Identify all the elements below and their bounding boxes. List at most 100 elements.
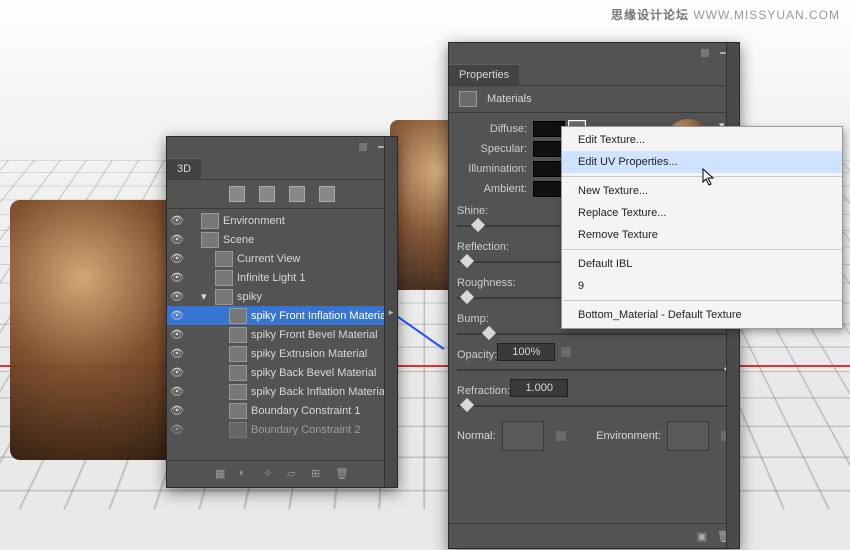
menu-item[interactable]: Replace Texture... bbox=[562, 202, 842, 224]
filter-material-icon[interactable] bbox=[289, 186, 305, 202]
tab-properties[interactable]: Properties bbox=[449, 64, 519, 85]
scene-tree[interactable]: 👁 Environment👁 Scene👁 Current View👁 Infi… bbox=[167, 209, 397, 441]
tree-label: spiky Front Bevel Material bbox=[251, 329, 378, 341]
visibility-eye-icon[interactable]: 👁 bbox=[167, 347, 187, 360]
visibility-eye-icon[interactable]: 👁 bbox=[167, 423, 187, 436]
slider-label: Shine: bbox=[457, 205, 488, 217]
panel-3d: 3D 👁 Environment👁 Scene👁 Current View👁 I… bbox=[166, 136, 398, 488]
visibility-eye-icon[interactable]: 👁 bbox=[167, 233, 187, 246]
tree-label: Environment bbox=[223, 215, 285, 227]
value-box[interactable]: 100% bbox=[497, 343, 555, 361]
panel-3d-header: 3D bbox=[167, 157, 397, 180]
menu-item[interactable]: Default IBL bbox=[562, 253, 842, 275]
slider-label: Reflection: bbox=[457, 241, 509, 253]
slider[interactable] bbox=[457, 363, 731, 377]
slider-label: Opacity: bbox=[457, 349, 497, 361]
new-icon[interactable]: ⊞ bbox=[311, 467, 325, 481]
visibility-eye-icon[interactable]: 👁 bbox=[167, 404, 187, 417]
filter-mesh-icon[interactable] bbox=[259, 186, 275, 202]
trash-icon[interactable]: 🗑 bbox=[335, 467, 349, 481]
mat-icon bbox=[229, 346, 247, 362]
tree-row[interactable]: 👁 Environment bbox=[167, 211, 397, 230]
env-icon bbox=[201, 213, 219, 229]
panel-3d-topbar bbox=[167, 137, 397, 157]
cam-icon bbox=[215, 251, 233, 267]
light-toggle-icon[interactable]: ◐ bbox=[239, 467, 253, 481]
visibility-eye-icon[interactable]: 👁 bbox=[167, 309, 187, 322]
filter-light-icon[interactable] bbox=[319, 186, 335, 202]
tree-label: spiky Extrusion Material bbox=[251, 348, 367, 360]
tree-row[interactable]: 👁 spiky Back Inflation Material bbox=[167, 382, 397, 401]
visibility-eye-icon[interactable]: 👁 bbox=[167, 271, 187, 284]
add-light-icon[interactable]: ✧ bbox=[263, 467, 277, 481]
watermark-cn: 思缘设计论坛 bbox=[611, 8, 689, 22]
render-select-icon[interactable]: ▣ bbox=[697, 530, 707, 543]
watermark: 思缘设计论坛 WWW.MISSYUAN.COM bbox=[611, 6, 840, 23]
tree-row[interactable]: 👁 spiky Front Inflation Material bbox=[167, 306, 397, 325]
material-icon bbox=[459, 91, 477, 107]
tab-3d[interactable]: 3D bbox=[167, 158, 201, 179]
swatch-label: Diffuse: bbox=[457, 123, 533, 135]
collapse-icon[interactable] bbox=[359, 143, 367, 151]
tree-row[interactable]: 👁 spiky Extrusion Material bbox=[167, 344, 397, 363]
plane-icon[interactable]: ▱ bbox=[287, 467, 301, 481]
mesh-object[interactable] bbox=[10, 200, 190, 460]
slider[interactable] bbox=[457, 399, 731, 413]
panel-prop-topbar bbox=[449, 43, 739, 63]
tree-row[interactable]: 👁 Current View bbox=[167, 249, 397, 268]
tree-row[interactable]: 👁 spiky Back Bevel Material bbox=[167, 363, 397, 382]
texture-context-menu: Edit Texture...Edit UV Properties...New … bbox=[561, 126, 843, 329]
slider-label: Roughness: bbox=[457, 277, 516, 289]
scene-icon bbox=[201, 232, 219, 248]
folder-icon[interactable] bbox=[556, 431, 566, 441]
menu-separator bbox=[562, 300, 842, 301]
tree-row[interactable]: 👁 Infinite Light 1 bbox=[167, 268, 397, 287]
slider[interactable] bbox=[457, 327, 731, 341]
properties-subheader: Materials bbox=[449, 86, 739, 113]
environment-label: Environment: bbox=[596, 430, 661, 442]
tree-label: spiky bbox=[237, 291, 262, 303]
visibility-eye-icon[interactable]: 👁 bbox=[167, 385, 187, 398]
render-icon[interactable]: ▦ bbox=[215, 467, 229, 481]
normal-swatch[interactable] bbox=[502, 421, 544, 451]
light-icon bbox=[215, 270, 233, 286]
tree-row[interactable]: 👁 ▾ spiky bbox=[167, 287, 397, 306]
tree-row[interactable]: 👁 spiky Front Bevel Material bbox=[167, 325, 397, 344]
dock-handle[interactable]: ▸ bbox=[384, 137, 397, 487]
filter-scene-icon[interactable] bbox=[229, 186, 245, 202]
menu-item[interactable]: Remove Texture bbox=[562, 224, 842, 246]
slider-label: Refraction: bbox=[457, 385, 510, 397]
tree-row[interactable]: 👁 Boundary Constraint 2 bbox=[167, 420, 397, 439]
environment-swatch[interactable] bbox=[667, 421, 709, 451]
chevron-down-icon[interactable]: ▾ bbox=[201, 290, 211, 303]
menu-item[interactable]: Edit Texture... bbox=[562, 129, 842, 151]
visibility-eye-icon[interactable]: 👁 bbox=[167, 252, 187, 265]
tree-label: Scene bbox=[223, 234, 254, 246]
tree-label: Current View bbox=[237, 253, 300, 265]
visibility-eye-icon[interactable]: 👁 bbox=[167, 366, 187, 379]
menu-item[interactable]: 9 bbox=[562, 275, 842, 297]
menu-item[interactable]: Bottom_Material - Default Texture bbox=[562, 304, 842, 326]
tree-label: spiky Back Bevel Material bbox=[251, 367, 376, 379]
collapse-icon[interactable] bbox=[701, 49, 709, 57]
tree-row[interactable]: 👁 Scene bbox=[167, 230, 397, 249]
tree-label: Infinite Light 1 bbox=[237, 272, 306, 284]
normal-row: Normal: Environment: bbox=[457, 421, 731, 451]
properties-subtitle: Materials bbox=[487, 93, 532, 105]
visibility-eye-icon[interactable]: 👁 bbox=[167, 328, 187, 341]
mat-icon bbox=[229, 384, 247, 400]
tree-label: spiky Front Inflation Material bbox=[251, 310, 389, 322]
mat-icon bbox=[229, 308, 247, 324]
visibility-eye-icon[interactable]: 👁 bbox=[167, 214, 187, 227]
folder-icon[interactable] bbox=[561, 347, 571, 357]
tree-label: Boundary Constraint 2 bbox=[251, 424, 360, 436]
panel-3d-footer: ▦ ◐ ✧ ▱ ⊞ 🗑 bbox=[167, 460, 397, 487]
tree-label: Boundary Constraint 1 bbox=[251, 405, 360, 417]
mat-icon bbox=[229, 365, 247, 381]
menu-separator bbox=[562, 249, 842, 250]
value-box[interactable]: 1.000 bbox=[510, 379, 568, 397]
visibility-eye-icon[interactable]: 👁 bbox=[167, 290, 187, 303]
tree-row[interactable]: 👁 Boundary Constraint 1 bbox=[167, 401, 397, 420]
watermark-url: WWW.MISSYUAN.COM bbox=[693, 8, 840, 22]
cursor-icon bbox=[702, 168, 716, 186]
